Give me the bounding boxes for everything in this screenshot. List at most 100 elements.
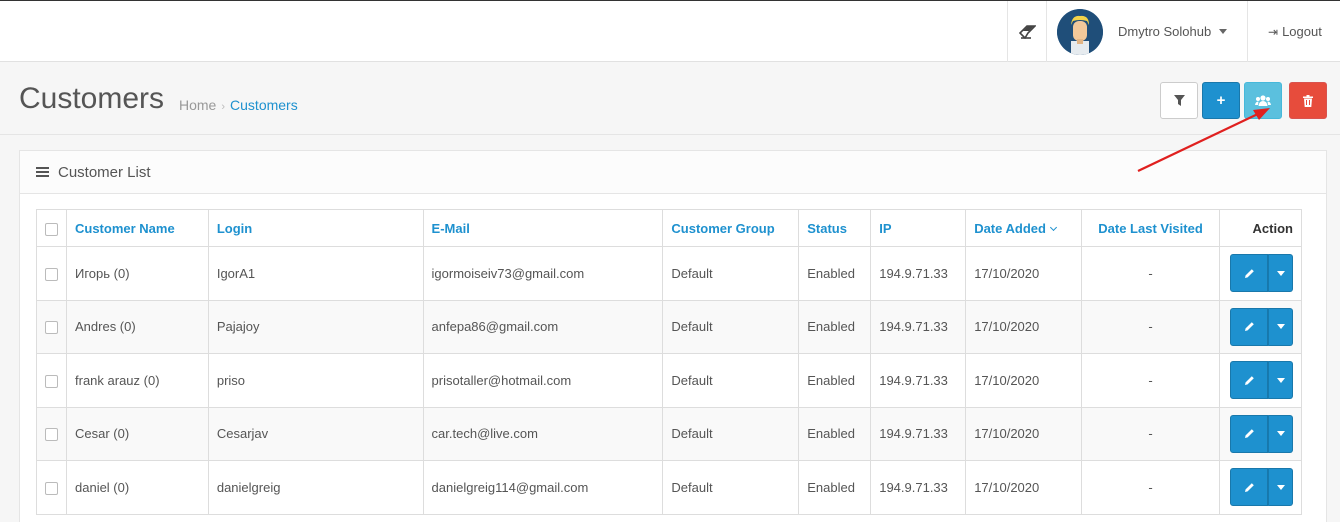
cell-group: Default bbox=[662, 460, 800, 515]
panel-heading: Customer List bbox=[20, 151, 1326, 194]
col-login[interactable]: Login bbox=[207, 209, 424, 247]
page-header: Customers Home › Customers + bbox=[0, 62, 1340, 135]
cell-name: Игорь (0) bbox=[66, 246, 209, 301]
row-action-cell bbox=[1218, 353, 1303, 408]
table-header-row: Customer Name Login E-Mail Customer Grou… bbox=[36, 209, 1303, 247]
edit-button[interactable] bbox=[1230, 361, 1268, 400]
table-row: Игорь (0) IgorA1 igormoiseiv73@gmail.com De… bbox=[36, 246, 1303, 301]
row-action-cell bbox=[1218, 299, 1303, 354]
cell-email: anfepa86@gmail.com bbox=[422, 299, 664, 354]
cell-email: prisotaller@hotmail.com bbox=[422, 353, 664, 408]
col-customer-group[interactable]: Customer Group bbox=[662, 209, 800, 247]
row-checkbox[interactable] bbox=[45, 267, 58, 281]
cell-ip: 194.9.71.33 bbox=[870, 246, 967, 301]
cell-date-added: 17/10/2020 bbox=[965, 460, 1083, 515]
row-select-cell bbox=[36, 406, 67, 461]
clear-cache-button[interactable] bbox=[1007, 1, 1046, 62]
table-row: frank arauz (0) priso prisotaller@hotmail.… bbox=[36, 353, 1303, 408]
cell-date-added: 17/10/2020 bbox=[965, 246, 1083, 301]
customer-table: Customer Name Login E-Mail Customer Grou… bbox=[36, 209, 1303, 515]
cell-status: Enabled bbox=[798, 299, 872, 354]
row-action-group bbox=[1230, 414, 1293, 453]
logout-link[interactable]: ⇥ Logout bbox=[1247, 1, 1340, 62]
action-dropdown-toggle[interactable] bbox=[1268, 307, 1293, 346]
cell-last-visited: - bbox=[1081, 299, 1220, 354]
pencil-icon bbox=[1244, 375, 1254, 385]
row-action-cell bbox=[1218, 460, 1303, 515]
breadcrumb-home[interactable]: Home bbox=[179, 97, 216, 113]
caret-down-icon bbox=[1219, 29, 1228, 34]
customer-list-panel: Customer List Customer Name Login E-Mail… bbox=[19, 150, 1327, 522]
cell-status: Enabled bbox=[798, 353, 872, 408]
col-date-added[interactable]: Date Added bbox=[974, 221, 1046, 236]
cell-last-visited: - bbox=[1081, 460, 1220, 515]
caret-down-icon bbox=[1276, 431, 1285, 437]
action-dropdown-toggle[interactable] bbox=[1268, 468, 1293, 507]
delete-button[interactable] bbox=[1289, 82, 1327, 119]
caret-down-icon bbox=[1276, 324, 1285, 330]
cell-login: priso bbox=[207, 353, 424, 408]
logout-label: Logout bbox=[1282, 24, 1322, 39]
col-ip[interactable]: IP bbox=[870, 209, 967, 247]
cell-email: car.tech@live.com bbox=[422, 406, 664, 461]
row-select-cell bbox=[36, 460, 67, 515]
add-customer-button[interactable]: + bbox=[1202, 82, 1240, 119]
breadcrumb: Home › Customers bbox=[179, 97, 298, 113]
edit-button[interactable] bbox=[1230, 254, 1268, 293]
edit-button[interactable] bbox=[1230, 307, 1268, 346]
caret-down-icon bbox=[1276, 377, 1285, 383]
page-title: Customers bbox=[19, 82, 165, 115]
action-dropdown-toggle[interactable] bbox=[1268, 254, 1293, 293]
panel-title: Customer List bbox=[58, 163, 151, 181]
filter-button[interactable] bbox=[1160, 82, 1198, 119]
filter-icon bbox=[1173, 95, 1185, 106]
eraser-icon bbox=[1018, 24, 1036, 39]
user-avatar bbox=[1057, 8, 1103, 55]
pencil-icon bbox=[1244, 268, 1254, 278]
list-icon bbox=[36, 167, 49, 177]
col-customer-name[interactable]: Customer Name bbox=[66, 209, 209, 247]
row-action-group bbox=[1230, 468, 1293, 507]
select-all-checkbox[interactable] bbox=[45, 222, 58, 236]
cell-email: danielgreig114@gmail.com bbox=[422, 460, 664, 515]
cell-ip: 194.9.71.33 bbox=[870, 460, 967, 515]
user-name: Dmytro Solohub bbox=[1118, 24, 1212, 39]
col-email[interactable]: E-Mail bbox=[422, 209, 664, 247]
action-dropdown-toggle[interactable] bbox=[1268, 361, 1293, 400]
edit-button[interactable] bbox=[1230, 468, 1268, 507]
row-checkbox[interactable] bbox=[45, 374, 58, 388]
top-navbar: Dmytro Solohub ⇥ Logout bbox=[0, 0, 1340, 62]
cell-status: Enabled bbox=[798, 460, 872, 515]
row-action-group bbox=[1230, 307, 1293, 346]
cell-group: Default bbox=[662, 406, 800, 461]
pencil-icon bbox=[1244, 482, 1254, 492]
caret-down-icon bbox=[1276, 484, 1285, 490]
cell-name: frank arauz (0) bbox=[66, 353, 209, 408]
cell-last-visited: - bbox=[1081, 246, 1220, 301]
action-dropdown-toggle[interactable] bbox=[1268, 414, 1293, 453]
col-date-last-visited[interactable]: Date Last Visited bbox=[1081, 209, 1220, 247]
edit-button[interactable] bbox=[1230, 414, 1268, 453]
caret-down-icon bbox=[1276, 270, 1285, 276]
cell-group: Default bbox=[662, 353, 800, 408]
sign-out-icon: ⇥ bbox=[1268, 24, 1279, 39]
row-checkbox[interactable] bbox=[45, 321, 58, 335]
row-select-cell bbox=[36, 299, 67, 354]
table-row: daniel (0) danielgreig danielgreig114@gmai… bbox=[36, 460, 1303, 515]
cell-ip: 194.9.71.33 bbox=[870, 299, 967, 354]
col-date-added-header[interactable]: Date Added bbox=[965, 209, 1083, 247]
cell-last-visited: - bbox=[1081, 406, 1220, 461]
row-action-cell bbox=[1218, 246, 1303, 301]
row-action-cell bbox=[1218, 406, 1303, 461]
col-status[interactable]: Status bbox=[798, 209, 872, 247]
row-checkbox[interactable] bbox=[45, 428, 58, 442]
table-row: Cesar (0) Cesarjav car.tech@live.com Defaul… bbox=[36, 406, 1303, 461]
row-checkbox[interactable] bbox=[45, 481, 58, 495]
trash-icon bbox=[1303, 94, 1313, 107]
user-menu[interactable]: Dmytro Solohub bbox=[1046, 1, 1247, 62]
cell-ip: 194.9.71.33 bbox=[870, 353, 967, 408]
customer-groups-button[interactable] bbox=[1244, 82, 1282, 119]
cell-name: Andres (0) bbox=[66, 299, 209, 354]
breadcrumb-current[interactable]: Customers bbox=[230, 97, 298, 113]
cell-date-added: 17/10/2020 bbox=[965, 299, 1083, 354]
